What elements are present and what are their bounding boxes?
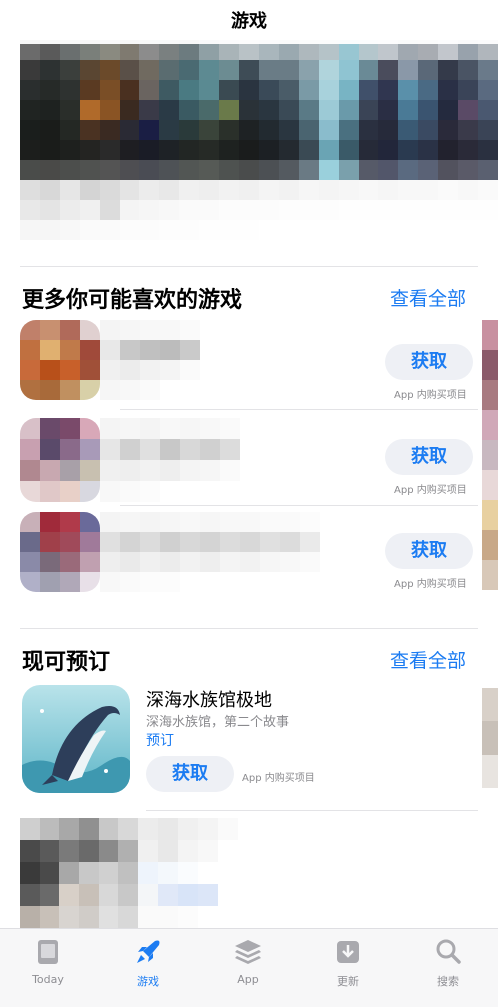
section-divider (20, 266, 478, 267)
section-title-recommended: 更多你可能喜欢的游戏 (22, 288, 243, 313)
get-button[interactable]: 获取 (146, 756, 234, 792)
app-icon[interactable] (20, 320, 100, 400)
row-divider (146, 810, 478, 811)
app-icon[interactable] (20, 818, 138, 928)
app-name-blurred (100, 418, 280, 502)
app-name-blurred (100, 512, 360, 592)
whale-icon (22, 685, 130, 793)
download-tray-icon (337, 941, 359, 963)
tab-label: 搜索 (437, 975, 459, 988)
next-column-peek (482, 688, 498, 788)
tab-label: App (237, 973, 259, 986)
app-subtitle: 深海水族馆，第二个故事 (146, 715, 290, 730)
tab-games[interactable]: 游戏 (108, 935, 188, 989)
in-app-purchase-note: App 内购买项目 (394, 579, 467, 590)
section-title-preorder: 现可预订 (22, 650, 111, 675)
app-name: 深海水族馆极地 (146, 690, 272, 711)
in-app-purchase-note: App 内购买项目 (242, 773, 315, 784)
get-button[interactable]: 获取 (385, 344, 473, 380)
tab-label: Today (32, 973, 64, 986)
rocket-icon (137, 940, 160, 963)
next-column-peek (482, 320, 498, 590)
app-icon-whale[interactable] (22, 685, 130, 793)
page-title: 游戏 (0, 0, 498, 44)
tab-search[interactable]: 搜索 (408, 935, 488, 989)
section-divider (20, 628, 478, 629)
get-button[interactable]: 获取 (385, 533, 473, 569)
see-all-link[interactable]: 查看全部 (390, 284, 466, 311)
see-all-link[interactable]: 查看全部 (390, 646, 466, 673)
tab-today[interactable]: Today (8, 935, 88, 986)
tab-label: 游戏 (137, 975, 159, 988)
search-icon (436, 939, 461, 964)
row-divider (120, 409, 478, 410)
in-app-purchase-note: App 内购买项目 (394, 485, 467, 496)
layers-icon (235, 940, 261, 964)
row-divider (120, 505, 478, 506)
tab-label: 更新 (337, 975, 359, 988)
app-name-blurred (100, 320, 300, 400)
tab-bar: Today 游戏 App 更新 搜索 (0, 928, 498, 1007)
in-app-purchase-note: App 内购买项目 (394, 390, 467, 401)
featured-banner-caption (20, 180, 498, 240)
app-icon[interactable] (20, 418, 100, 502)
get-button[interactable]: 获取 (385, 439, 473, 475)
app-icon[interactable] (20, 512, 100, 592)
featured-banner-image[interactable] (20, 40, 498, 180)
tab-updates[interactable]: 更新 (308, 935, 388, 989)
today-icon (38, 940, 58, 964)
preorder-status: 预订 (146, 733, 174, 749)
tab-apps[interactable]: App (208, 935, 288, 986)
app-name-blurred (138, 818, 258, 928)
